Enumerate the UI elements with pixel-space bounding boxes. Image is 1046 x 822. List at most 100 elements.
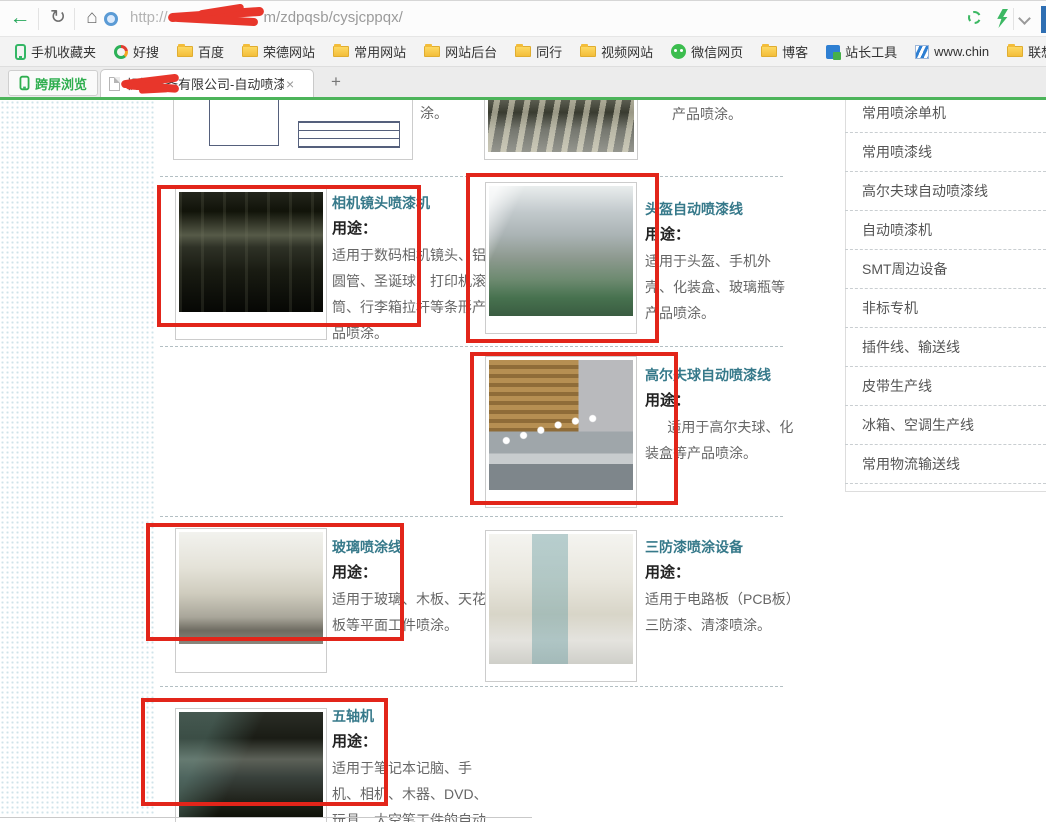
sidebar-item-golf-ball-lines[interactable]: 高尔夫球自动喷漆线 [845, 172, 1046, 211]
folder-icon [333, 46, 349, 57]
usage-label: 用途： [332, 729, 490, 755]
chinaz-icon [826, 45, 840, 59]
helmet-spray-line-photo [489, 186, 633, 316]
product-image-link[interactable] [173, 100, 413, 160]
sidebar-item-fridge-ac-lines[interactable]: 冰箱、空调生产线 [845, 406, 1046, 445]
back-button[interactable]: ← [6, 1, 34, 37]
folder-icon [580, 46, 596, 57]
product-title-link[interactable]: 五轴机 [332, 703, 490, 729]
product-description: 适用于电路板（PCB板）三防漆、清漆喷涂。 [645, 586, 797, 638]
product-title-link[interactable]: 相机镜头喷漆机 [332, 190, 490, 216]
cross-screen-browse-button[interactable]: 跨屏浏览 [8, 70, 98, 96]
usage-label: 用途： [645, 388, 797, 414]
usage-label: 用途： [645, 560, 797, 586]
partial-description-text: 涂。 [420, 103, 448, 123]
toolbar-divider [1013, 8, 1014, 30]
conformal-coating-equipment-photo [489, 534, 633, 664]
tab-close-icon[interactable]: × [286, 76, 294, 92]
bookmark-item-mobile-favorites[interactable]: 手机收藏夹 [15, 42, 96, 61]
page-content: 涂。 产品喷涂。 相机镜头喷漆机 用途： 适用于数码相机镜头、铝圆管、圣诞球、打… [0, 100, 1046, 822]
row-divider [160, 346, 783, 347]
sidebar-item-spray-single-machines[interactable]: 常用喷涂单机 [845, 100, 1046, 133]
product-text-block: 相机镜头喷漆机 用途： 适用于数码相机镜头、铝圆管、圣诞球、打印机滚筒、行李箱拉… [332, 190, 490, 346]
product-title-link[interactable]: 高尔夫球自动喷漆线 [645, 362, 797, 388]
page-icon [109, 77, 120, 91]
bookmark-item-chinaz-tools[interactable]: 站长工具 [826, 42, 897, 61]
product-description: 适用于数码相机镜头、铝圆管、圣诞球、打印机滚筒、行李箱拉杆等条形产品喷涂。 [332, 242, 490, 346]
bookmark-folder-rongde[interactable]: 荣德网站 [242, 42, 315, 61]
usage-label: 用途： [645, 222, 795, 248]
product-title-link[interactable]: 三防漆喷涂设备 [645, 534, 797, 560]
address-bar[interactable]: http://m/zdpqsb/cysjcppqx/ [130, 9, 403, 26]
glass-spray-line-photo [179, 532, 323, 644]
screenshot-icon[interactable] [968, 11, 981, 24]
bookmark-folder-blog[interactable]: 博客 [761, 42, 808, 61]
toolbar-divider [38, 8, 39, 30]
folder-icon [424, 46, 440, 57]
phone-icon [20, 76, 30, 90]
bookmark-folder-peers[interactable]: 同行 [515, 42, 562, 61]
active-tab[interactable]: 机械设备有限公司-自动喷漆 × [100, 69, 314, 97]
browser-toolbar: ← ↻ ⌂ http://m/zdpqsb/cysjcppqx/ [0, 0, 1046, 37]
product-image-link[interactable] [484, 100, 638, 160]
bookmark-folder-baidu[interactable]: 百度 [177, 42, 224, 61]
refresh-button[interactable]: ↻ [44, 1, 72, 37]
product-description: 适用于笔记本记脑、手机、相机、木器、DVD、玩具、太空笔工件的自动 [332, 755, 490, 822]
redaction-scribble-url [168, 9, 264, 24]
row-divider [160, 516, 783, 517]
phone-icon [15, 44, 26, 60]
bookmark-folder-lenovo[interactable]: 联想 [1007, 42, 1046, 61]
new-tab-button[interactable]: + [324, 72, 348, 94]
bookmark-item-haosou[interactable]: 好搜 [114, 42, 159, 61]
folder-icon [1007, 46, 1023, 57]
toolbar-edge-button[interactable] [1041, 6, 1046, 33]
product-title-link[interactable]: 玻璃喷涂线 [332, 534, 490, 560]
product-image-link[interactable] [485, 356, 637, 508]
product-text-block: 玻璃喷涂线 用途： 适用于玻璃、木板、天花板等平面工件喷涂。 [332, 534, 490, 638]
bookmark-folder-video-sites[interactable]: 视频网站 [580, 42, 653, 61]
sidebar-item-auto-spray-machines[interactable]: 自动喷漆机 [845, 211, 1046, 250]
sidebar-item-belt-lines[interactable]: 皮带生产线 [845, 367, 1046, 406]
bookmarks-bar: 手机收藏夹 好搜 百度 荣德网站 常用网站 网站后台 同行 视频网站 [0, 37, 1046, 67]
sidebar-item-smt-equipment[interactable]: SMT周边设备 [845, 250, 1046, 289]
product-image-link[interactable] [485, 182, 637, 334]
product-text-block: 三防漆喷涂设备 用途： 适用于电路板（PCB板）三防漆、清漆喷涂。 [645, 534, 797, 638]
site-icon [104, 12, 118, 26]
bookmark-item-www-chin[interactable]: www.chin [915, 44, 989, 59]
haosou-icon [114, 45, 128, 59]
technical-drawing-photo [177, 100, 409, 156]
product-image-link[interactable] [175, 188, 327, 340]
toolbar-divider [74, 8, 75, 30]
bookmark-item-wechat-web[interactable]: 微信网页 [671, 42, 743, 61]
product-text-block: 五轴机 用途： 适用于笔记本记脑、手机、相机、木器、DVD、玩具、太空笔工件的自… [332, 703, 490, 822]
product-text-block: 头盔自动喷漆线 用途： 适用于头盔、手机外壳、化装盒、玻璃瓶等产品喷涂。 [645, 196, 795, 326]
viewport-cut-line [0, 817, 532, 818]
five-axis-machine-photo [179, 712, 323, 817]
sidebar-item-spray-lines[interactable]: 常用喷漆线 [845, 133, 1046, 172]
partial-description-text: 产品喷涂。 [672, 104, 742, 124]
url-path: m/zdpqsb/cysjcppqx/ [264, 9, 403, 26]
sidebar-item-nonstandard-machines[interactable]: 非标专机 [845, 289, 1046, 328]
product-text-block: 高尔夫球自动喷漆线 用途： 适用于高尔夫球、化装盒等产品喷涂。 [645, 362, 797, 466]
page-background-pattern [0, 100, 156, 816]
home-button[interactable]: ⌂ [78, 1, 106, 37]
sidebar-item-insert-conveyor-lines[interactable]: 插件线、输送线 [845, 328, 1046, 367]
redaction-scribble-tab [121, 75, 181, 93]
product-description: 适用于高尔夫球、化装盒等产品喷涂。 [645, 414, 797, 466]
product-image-link[interactable] [175, 528, 327, 673]
row-divider [160, 686, 783, 687]
chevron-down-icon[interactable] [1018, 12, 1031, 25]
folder-icon [177, 46, 193, 57]
sidebar-bottom-border [845, 491, 1046, 492]
wechat-icon [671, 44, 686, 59]
bookmark-folder-site-backend[interactable]: 网站后台 [424, 42, 497, 61]
product-title-link[interactable]: 头盔自动喷漆线 [645, 196, 795, 222]
product-image-link[interactable] [175, 708, 327, 822]
usage-label: 用途： [332, 560, 490, 586]
folder-icon [242, 46, 258, 57]
product-description: 适用于玻璃、木板、天花板等平面工件喷涂。 [332, 586, 490, 638]
bookmark-folder-common-sites[interactable]: 常用网站 [333, 42, 406, 61]
sidebar-item-logistics-conveyor-lines[interactable]: 常用物流输送线 [845, 445, 1046, 484]
product-image-link[interactable] [485, 530, 637, 682]
speed-boost-icon[interactable] [996, 9, 1008, 28]
